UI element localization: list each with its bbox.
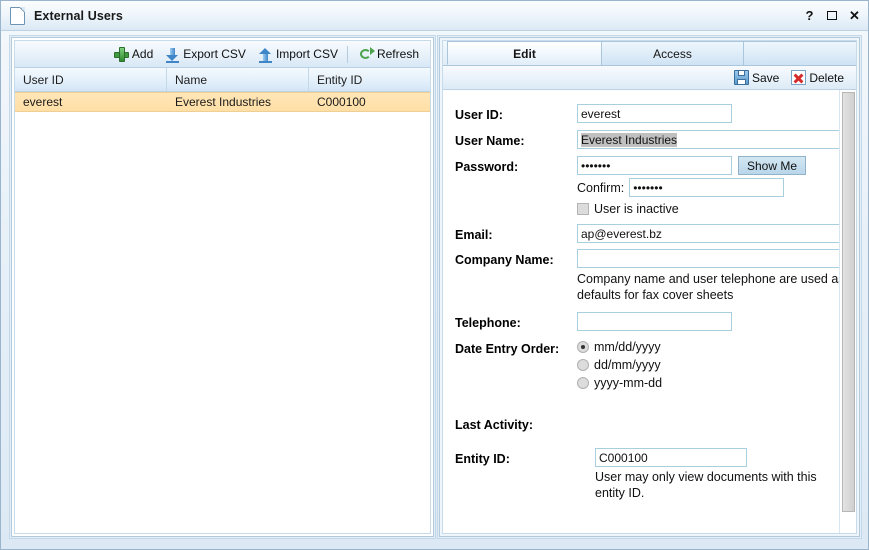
- column-header-entity-id[interactable]: Entity ID: [309, 68, 430, 91]
- user-name-value: Everest Industries: [581, 133, 677, 147]
- radio-label-mmddyyyy: mm/dd/yyyy: [594, 340, 661, 354]
- label-company-name: Company Name:: [455, 249, 577, 267]
- add-button-label: Add: [132, 47, 153, 61]
- delete-button[interactable]: Delete: [786, 69, 849, 86]
- checkbox-icon[interactable]: [577, 203, 589, 215]
- window-titlebar: External Users ? ✕: [1, 1, 869, 31]
- telephone-input[interactable]: [577, 312, 732, 331]
- entity-id-hint: User may only view documents with this e…: [595, 469, 839, 501]
- edit-form: User ID: User Name: Everest Industries: [443, 90, 839, 533]
- refresh-button[interactable]: Refresh: [354, 46, 424, 63]
- field-row-user-name: User Name: Everest Industries: [443, 130, 839, 149]
- field-row-user-id: User ID:: [443, 104, 839, 123]
- radio-date-yyyymmdd[interactable]: yyyy-mm-dd: [577, 374, 839, 392]
- radio-label-ddmmyyyy: dd/mm/yyyy: [594, 358, 661, 372]
- arrow-down-icon: [165, 47, 180, 62]
- import-csv-button[interactable]: Import CSV: [253, 46, 343, 63]
- form-scroll-area: User ID: User Name: Everest Industries: [443, 90, 856, 534]
- field-row-telephone: Telephone:: [443, 312, 839, 331]
- field-row-email: Email:: [443, 224, 839, 243]
- column-header-name[interactable]: Name: [167, 68, 309, 91]
- user-grid-body: everest Everest Industries C000100: [15, 92, 430, 112]
- document-icon: [10, 7, 25, 25]
- cell-entity-id: C000100: [309, 93, 430, 111]
- form-vertical-scrollbar-thumb[interactable]: [842, 92, 855, 512]
- email-field[interactable]: [577, 224, 839, 243]
- form-toolbar: Save Delete: [443, 66, 856, 90]
- tab-edit[interactable]: Edit: [447, 41, 602, 65]
- radio-icon-selected[interactable]: [577, 341, 589, 353]
- user-grid-header: User ID Name Entity ID: [15, 68, 430, 92]
- label-confirm: Confirm:: [577, 181, 624, 195]
- external-users-window: External Users ? ✕ Add Export CSV: [0, 0, 869, 550]
- label-user-id: User ID:: [455, 104, 577, 122]
- maximize-button[interactable]: [827, 11, 837, 20]
- cell-user-id: everest: [15, 93, 167, 111]
- save-button-label: Save: [752, 71, 779, 85]
- delete-button-label: Delete: [809, 71, 844, 85]
- label-user-name: User Name:: [455, 130, 577, 148]
- window-controls: ? ✕: [803, 9, 861, 22]
- list-toolbar: Add Export CSV Import CSV: [15, 41, 430, 68]
- radio-date-mmddyyyy[interactable]: mm/dd/yyyy: [577, 338, 839, 356]
- close-button[interactable]: ✕: [848, 9, 861, 22]
- show-me-button[interactable]: Show Me: [738, 156, 806, 175]
- user-list-panel: Add Export CSV Import CSV: [11, 37, 434, 537]
- radio-date-ddmmyyyy[interactable]: dd/mm/yyyy: [577, 356, 839, 374]
- field-row-company-name: Company Name: Company name and user tele…: [443, 249, 839, 303]
- entity-id-input[interactable]: [595, 448, 747, 467]
- user-name-input[interactable]: Everest Industries: [577, 130, 839, 149]
- tab-filler: [743, 41, 857, 65]
- radio-label-yyyymmdd: yyyy-mm-dd: [594, 376, 662, 390]
- tabstrip: Edit Access: [443, 41, 856, 66]
- help-button[interactable]: ?: [803, 9, 816, 22]
- label-telephone: Telephone:: [455, 312, 577, 330]
- password-input[interactable]: [577, 156, 732, 175]
- toolbar-separator: [347, 46, 348, 63]
- red-x-icon: [791, 70, 806, 85]
- import-csv-label: Import CSV: [276, 47, 338, 61]
- label-user-inactive: User is inactive: [594, 202, 679, 216]
- column-header-user-id[interactable]: User ID: [15, 68, 167, 91]
- label-date-entry-order: Date Entry Order:: [455, 338, 577, 356]
- plus-icon: [114, 47, 129, 62]
- tab-access[interactable]: Access: [601, 41, 744, 65]
- confirm-password-row: Confirm:: [577, 178, 839, 197]
- label-entity-id: Entity ID:: [455, 448, 577, 466]
- add-button[interactable]: Add: [109, 46, 158, 63]
- label-last-activity: Last Activity:: [455, 414, 577, 432]
- company-name-hint: Company name and user telephone are used…: [577, 271, 839, 303]
- field-row-last-activity: Last Activity:: [443, 414, 839, 432]
- user-inactive-checkbox-row[interactable]: User is inactive: [577, 202, 839, 216]
- user-detail-panel: Edit Access Save Delete User ID: [439, 37, 860, 537]
- field-row-entity-id: Entity ID: User may only view documents …: [443, 448, 839, 501]
- form-vertical-scrollbar[interactable]: [839, 90, 856, 533]
- arrow-up-icon: [258, 47, 273, 62]
- refresh-icon: [359, 47, 374, 62]
- user-list-inner: Add Export CSV Import CSV: [14, 40, 431, 534]
- floppy-disk-icon: [734, 70, 749, 85]
- label-password: Password:: [455, 156, 577, 174]
- field-row-date-entry-order: Date Entry Order: mm/dd/yyyy dd/mm/yyyy: [443, 338, 839, 392]
- table-row[interactable]: everest Everest Industries C000100: [15, 92, 430, 112]
- export-csv-button[interactable]: Export CSV: [160, 46, 251, 63]
- refresh-label: Refresh: [377, 47, 419, 61]
- field-row-password: Password: Show Me Confirm:: [443, 156, 839, 216]
- window-title: External Users: [34, 9, 123, 23]
- confirm-password-input[interactable]: [629, 178, 784, 197]
- radio-icon[interactable]: [577, 359, 589, 371]
- radio-icon[interactable]: [577, 377, 589, 389]
- label-email: Email:: [455, 224, 577, 242]
- save-button[interactable]: Save: [729, 69, 784, 86]
- user-detail-inner: Edit Access Save Delete User ID: [442, 40, 857, 534]
- user-id-input[interactable]: [577, 104, 732, 123]
- company-name-input[interactable]: [577, 249, 839, 268]
- export-csv-label: Export CSV: [183, 47, 246, 61]
- cell-name: Everest Industries: [167, 93, 309, 111]
